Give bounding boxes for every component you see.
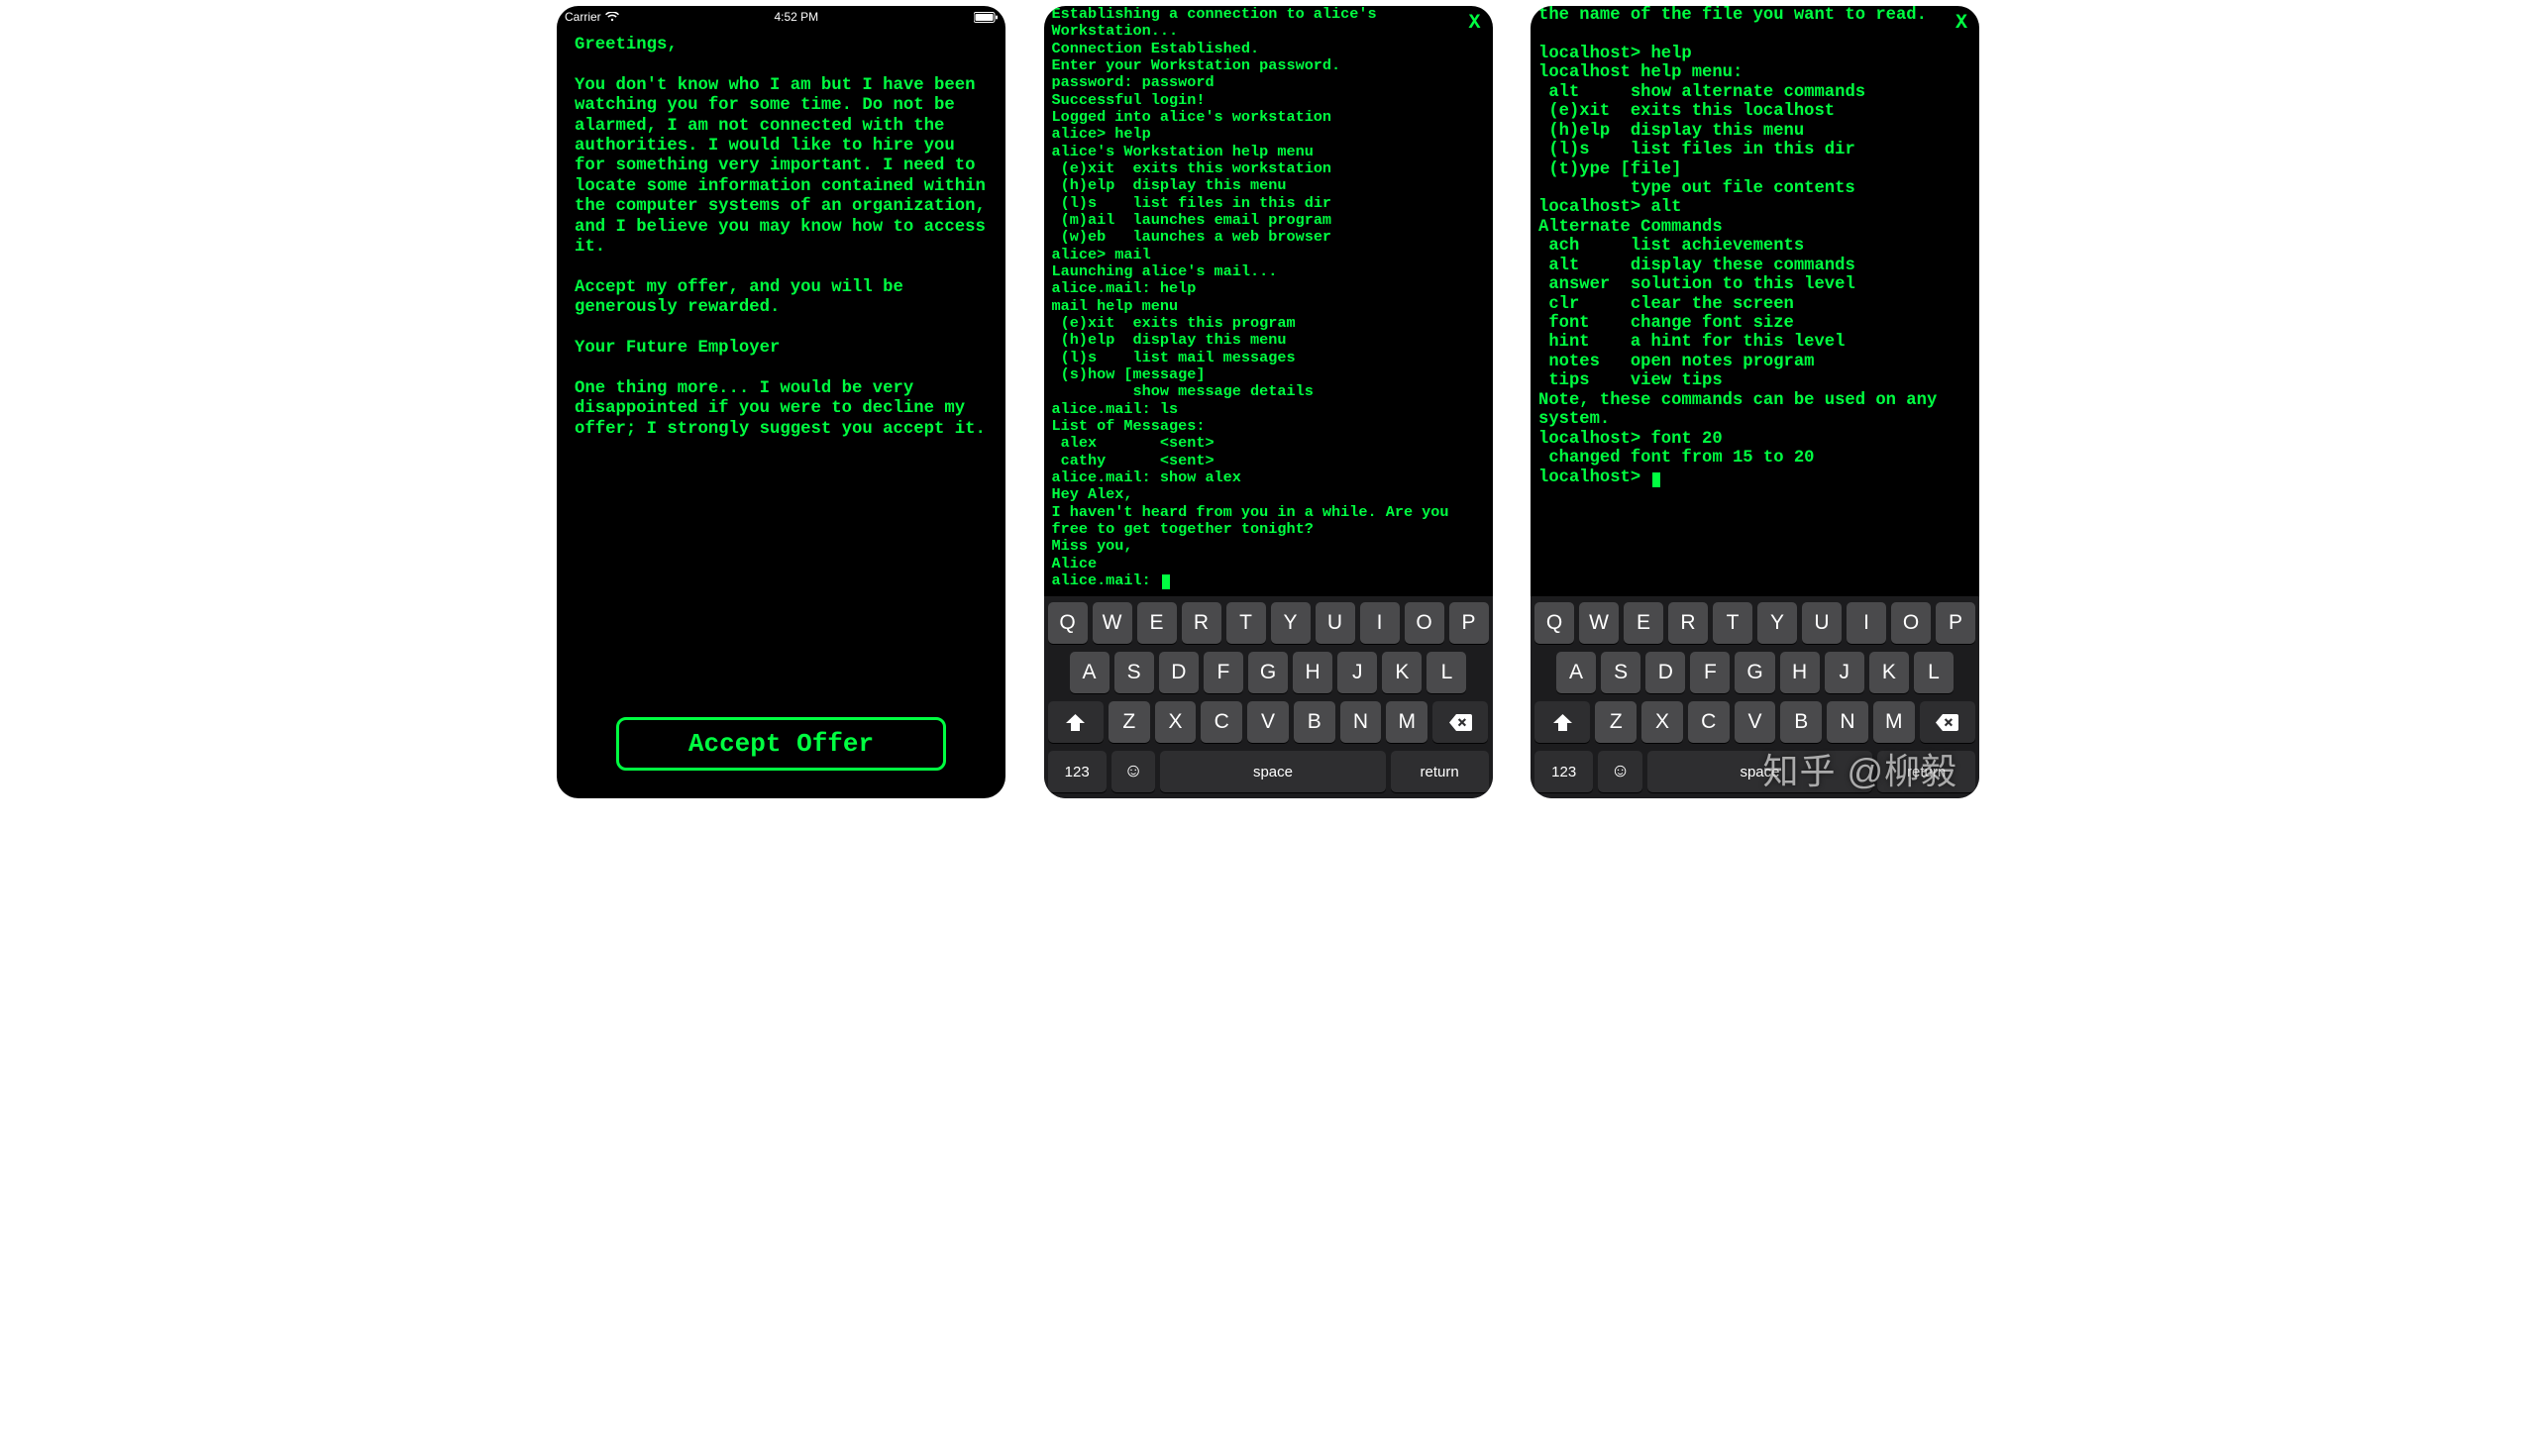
key-k[interactable]: K <box>1382 652 1422 693</box>
key-g[interactable]: G <box>1248 652 1288 693</box>
terminal-output: the name of the file you want to read. l… <box>1531 6 1979 596</box>
key-f[interactable]: F <box>1204 652 1243 693</box>
key-t[interactable]: T <box>1226 602 1266 644</box>
key-s[interactable]: S <box>1114 652 1154 693</box>
accept-offer-label: Accept Offer <box>688 729 874 759</box>
keyboard-row-3: Z X C V B N M <box>1048 701 1489 743</box>
terminal-output: Establishing a connection to alice's Wor… <box>1044 6 1493 596</box>
backspace-icon <box>1449 714 1472 731</box>
key-space[interactable]: space <box>1647 751 1872 792</box>
key-f[interactable]: F <box>1690 652 1730 693</box>
key-shift[interactable] <box>1048 701 1104 743</box>
key-i[interactable]: I <box>1847 602 1886 644</box>
key-i[interactable]: I <box>1360 602 1400 644</box>
key-x[interactable]: X <box>1641 701 1683 743</box>
backspace-icon <box>1936 714 1958 731</box>
key-v[interactable]: V <box>1735 701 1776 743</box>
keyboard: Q W E R T Y U I O P A S D F G H J K L <box>1531 596 1979 798</box>
key-z[interactable]: Z <box>1109 701 1150 743</box>
key-u[interactable]: U <box>1802 602 1842 644</box>
key-o[interactable]: O <box>1891 602 1931 644</box>
key-q[interactable]: Q <box>1048 602 1088 644</box>
key-e[interactable]: E <box>1137 602 1177 644</box>
keyboard-row-4: 123 ☺ space return <box>1048 751 1489 792</box>
key-a[interactable]: A <box>1070 652 1110 693</box>
status-bar: Carrier 4:52 PM <box>557 6 1005 26</box>
key-h[interactable]: H <box>1293 652 1332 693</box>
accept-offer-button[interactable]: Accept Offer <box>616 717 946 771</box>
key-b[interactable]: B <box>1294 701 1335 743</box>
key-m[interactable]: M <box>1873 701 1915 743</box>
key-emoji[interactable]: ☺ <box>1598 751 1641 792</box>
close-button[interactable]: X <box>1955 12 1967 35</box>
emoji-icon: ☺ <box>1611 761 1630 782</box>
key-backspace[interactable] <box>1432 701 1488 743</box>
terminal-text: Establishing a connection to alice's Wor… <box>1052 6 1458 589</box>
key-p[interactable]: P <box>1449 602 1489 644</box>
key-g[interactable]: G <box>1735 652 1774 693</box>
key-q[interactable]: Q <box>1534 602 1574 644</box>
key-numbers[interactable]: 123 <box>1534 751 1593 792</box>
key-b[interactable]: B <box>1780 701 1822 743</box>
emoji-icon: ☺ <box>1123 761 1142 782</box>
key-d[interactable]: D <box>1645 652 1685 693</box>
shift-icon <box>1553 714 1572 731</box>
key-o[interactable]: O <box>1405 602 1444 644</box>
key-l[interactable]: L <box>1914 652 1954 693</box>
screenshot-3: X the name of the file you want to read.… <box>1531 6 1979 798</box>
key-z[interactable]: Z <box>1595 701 1637 743</box>
key-r[interactable]: R <box>1668 602 1708 644</box>
keyboard-row-1: Q W E R T Y U I O P <box>1048 602 1489 644</box>
shift-icon <box>1066 714 1085 731</box>
terminal-text: the name of the file you want to read. l… <box>1538 6 1948 487</box>
key-y[interactable]: Y <box>1271 602 1311 644</box>
key-c[interactable]: C <box>1201 701 1242 743</box>
key-shift[interactable] <box>1534 701 1590 743</box>
key-c[interactable]: C <box>1688 701 1730 743</box>
keyboard-row-4: 123 ☺ space return <box>1534 751 1975 792</box>
close-button[interactable]: X <box>1468 12 1480 35</box>
key-m[interactable]: M <box>1386 701 1427 743</box>
carrier-label: Carrier <box>565 10 601 24</box>
key-r[interactable]: R <box>1182 602 1221 644</box>
keyboard-row-3: Z X C V B N M <box>1534 701 1975 743</box>
key-d[interactable]: D <box>1159 652 1199 693</box>
key-l[interactable]: L <box>1426 652 1466 693</box>
key-return[interactable]: return <box>1391 751 1489 792</box>
key-v[interactable]: V <box>1247 701 1289 743</box>
key-n[interactable]: N <box>1340 701 1382 743</box>
key-return[interactable]: return <box>1877 751 1975 792</box>
key-emoji[interactable]: ☺ <box>1111 751 1155 792</box>
wifi-icon <box>605 12 619 22</box>
key-a[interactable]: A <box>1556 652 1596 693</box>
key-numbers[interactable]: 123 <box>1048 751 1107 792</box>
key-space[interactable]: space <box>1160 751 1385 792</box>
cursor <box>1162 574 1170 589</box>
key-h[interactable]: H <box>1780 652 1820 693</box>
key-y[interactable]: Y <box>1757 602 1797 644</box>
screenshot-1: Carrier 4:52 PM Greetings, You don't kno… <box>557 6 1005 798</box>
clock: 4:52 PM <box>774 10 818 24</box>
key-x[interactable]: X <box>1155 701 1197 743</box>
key-n[interactable]: N <box>1827 701 1868 743</box>
keyboard-row-1: Q W E R T Y U I O P <box>1534 602 1975 644</box>
letter-body: Greetings, You don't know who I am but I… <box>557 26 1005 717</box>
cursor <box>1652 472 1660 487</box>
key-backspace[interactable] <box>1920 701 1975 743</box>
key-t[interactable]: T <box>1713 602 1752 644</box>
key-e[interactable]: E <box>1624 602 1663 644</box>
keyboard: Q W E R T Y U I O P A S D F G H J K L <box>1044 596 1493 798</box>
key-w[interactable]: W <box>1093 602 1132 644</box>
key-j[interactable]: J <box>1825 652 1864 693</box>
key-u[interactable]: U <box>1316 602 1355 644</box>
screenshot-2: X Establishing a connection to alice's W… <box>1044 6 1493 798</box>
keyboard-row-2: A S D F G H J K L <box>1048 652 1489 693</box>
key-s[interactable]: S <box>1601 652 1640 693</box>
key-k[interactable]: K <box>1869 652 1909 693</box>
keyboard-row-2: A S D F G H J K L <box>1534 652 1975 693</box>
key-w[interactable]: W <box>1579 602 1619 644</box>
key-j[interactable]: J <box>1337 652 1377 693</box>
battery-icon <box>974 12 998 23</box>
key-p[interactable]: P <box>1936 602 1975 644</box>
